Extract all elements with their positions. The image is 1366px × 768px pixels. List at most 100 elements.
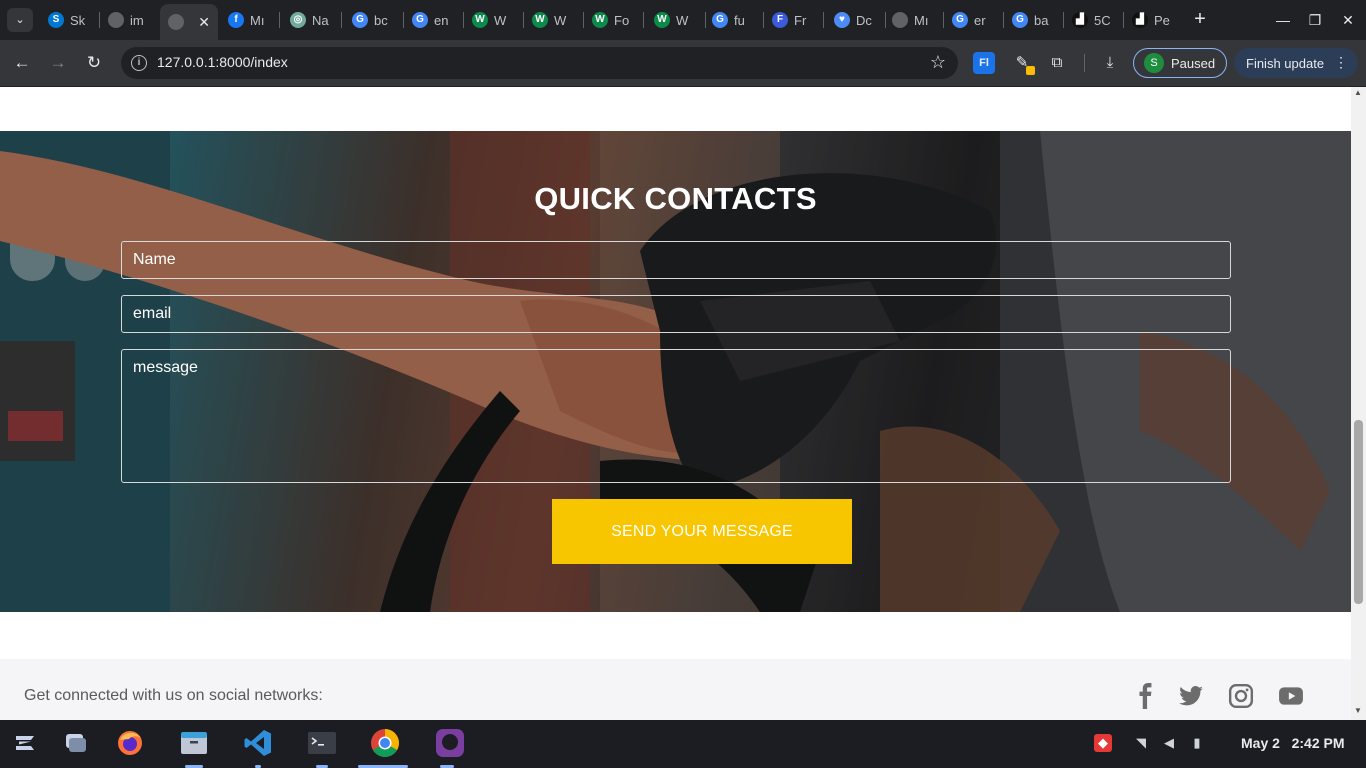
tab-search-button[interactable]: ⌄ [7,8,33,32]
workspaces-icon[interactable] [60,728,90,758]
browser-tab[interactable]: WW [646,4,704,36]
maximize-button[interactable]: ❐ [1303,8,1327,32]
finish-update-button[interactable]: Finish update ⋮ [1234,48,1358,78]
browser-tab[interactable]: WW [464,4,522,36]
tab-title: Pe [1154,12,1170,28]
taskbar-clock[interactable]: May 2 2:42 PM [1241,735,1345,751]
tab-title: im [130,12,144,28]
tab-separator [279,12,280,28]
openai-icon: ◎ [290,12,306,28]
vscode-icon[interactable] [243,728,273,758]
skype-icon: S [48,12,64,28]
browser-tab[interactable]: ✕ [160,4,218,40]
browser-tab[interactable]: Gen [404,4,462,36]
github-desktop-icon[interactable] [435,728,465,758]
close-window-button[interactable]: ✕ [1336,8,1360,32]
bookmark-star-icon[interactable]: ☆ [930,52,946,73]
instagram-icon[interactable] [1228,683,1254,709]
browser-tab[interactable]: ▟ 5C [1064,4,1122,36]
minimize-button[interactable]: — [1271,8,1295,32]
tab-title: 5C [1094,12,1111,28]
new-tab-button[interactable]: + [1188,8,1212,32]
youtube-icon[interactable] [1278,683,1304,709]
scrollbar-thumb[interactable] [1354,420,1363,604]
close-tab-icon[interactable]: ✕ [198,14,210,31]
tab-title: W [494,12,507,28]
tab-title: en [434,12,449,28]
browser-tab[interactable]: S Sk [40,4,98,36]
os-taskbar: ◆ ◥ ◀ ▮ May 2 2:42 PM [0,720,1366,768]
browser-tab[interactable]: ◎ Na [282,4,340,36]
anydesk-tray-icon[interactable]: ◆ [1094,734,1112,752]
browser-tab[interactable]: ♥ Dc [826,4,884,36]
twitter-icon[interactable] [1178,683,1204,709]
volume-icon[interactable]: ◀ [1160,734,1178,752]
back-button[interactable]: ← [10,51,34,75]
scroll-up-arrow-icon[interactable]: ▲ [1354,88,1362,97]
browser-toolbar: ← → ↻ i 127.0.0.1:8000/index ☆ Fl ✎ ⧉ ⤓ … [0,40,1366,86]
profile-status: Paused [1171,55,1216,71]
terminal-icon[interactable] [307,728,337,758]
site-info-icon[interactable]: i [131,55,147,71]
browser-tab[interactable]: im [100,4,158,36]
browser-tab[interactable]: Mı [884,4,942,36]
w-icon: W [654,12,670,28]
address-bar[interactable]: i 127.0.0.1:8000/index ☆ [121,47,958,79]
finish-update-label: Finish update [1246,55,1325,71]
browser-tab[interactable]: WW [524,4,582,36]
wifi-icon[interactable]: ◥ [1132,734,1150,752]
translate-extension-icon[interactable]: Fl [973,52,995,74]
tab-separator [823,12,824,28]
browser-tab[interactable]: ▟ Pe [1124,4,1182,36]
profile-avatar: S [1144,53,1164,73]
extensions-puzzle-icon[interactable]: ⧉ [1046,52,1068,74]
browser-tab[interactable]: W Fo [584,4,642,36]
globe-icon [168,14,184,30]
files-icon[interactable] [179,728,209,758]
forward-button[interactable]: → [46,51,70,75]
scroll-down-arrow-icon[interactable]: ▼ [1354,706,1362,715]
browser-tab[interactable]: Gbc [344,4,402,36]
social-connect-text: Get connected with us on social networks… [24,687,323,704]
facebook-icon[interactable] [1133,683,1159,709]
tab-strip: ⌄ S Sk im ✕ f Mı ◎ Na Gbc Gen W W W W W Fo W W Gfu F Fr ♥ Dc Mı… [0,0,1366,40]
w-icon: W [472,12,488,28]
tab-title: Mı [914,12,929,28]
tab-title: ba [1034,12,1049,28]
clock-time: 2:42 PM [1291,735,1345,751]
google-icon: G [952,12,968,28]
browser-tab[interactable]: Ger [944,4,1002,36]
browser-tab[interactable]: Gba [1004,4,1062,36]
google-icon: G [412,12,428,28]
url-text[interactable]: 127.0.0.1:8000/index [157,54,288,70]
send-message-button[interactable]: SEND YOUR MESSAGE [552,499,852,564]
email-input[interactable] [121,295,1231,333]
profile-button[interactable]: S Paused [1133,48,1227,78]
battery-icon[interactable]: ▮ [1188,734,1206,752]
chrome-icon[interactable] [370,728,400,758]
downloads-icon[interactable]: ⤓ [1099,52,1121,74]
f-app-icon: F [772,12,788,28]
google-icon: G [1012,12,1028,28]
firefox-icon[interactable] [115,728,145,758]
browser-tab[interactable]: f Mı [220,4,278,36]
tab-title: Mı [250,12,265,28]
reload-button[interactable]: ↻ [82,51,106,75]
zorin-menu-icon[interactable] [10,728,40,758]
toolbar-divider [1084,54,1085,72]
tab-title: Na [312,12,329,28]
message-textarea[interactable] [121,349,1231,483]
facebook-icon: f [228,12,244,28]
page-scrollbar[interactable] [1351,87,1366,720]
section-title: QUICK CONTACTS [534,181,817,216]
tab-title: Sk [70,12,86,28]
tab-title: fu [734,12,745,28]
browser-tab[interactable]: Gfu [704,4,762,36]
name-input[interactable] [121,241,1231,279]
tab-title: bc [374,12,388,28]
browser-tab[interactable]: F Fr [764,4,822,36]
globe-icon [108,12,124,28]
tab-separator [341,12,342,28]
more-menu-icon[interactable]: ⋮ [1334,54,1348,71]
edit-extension-icon[interactable]: ✎ [1011,52,1035,75]
